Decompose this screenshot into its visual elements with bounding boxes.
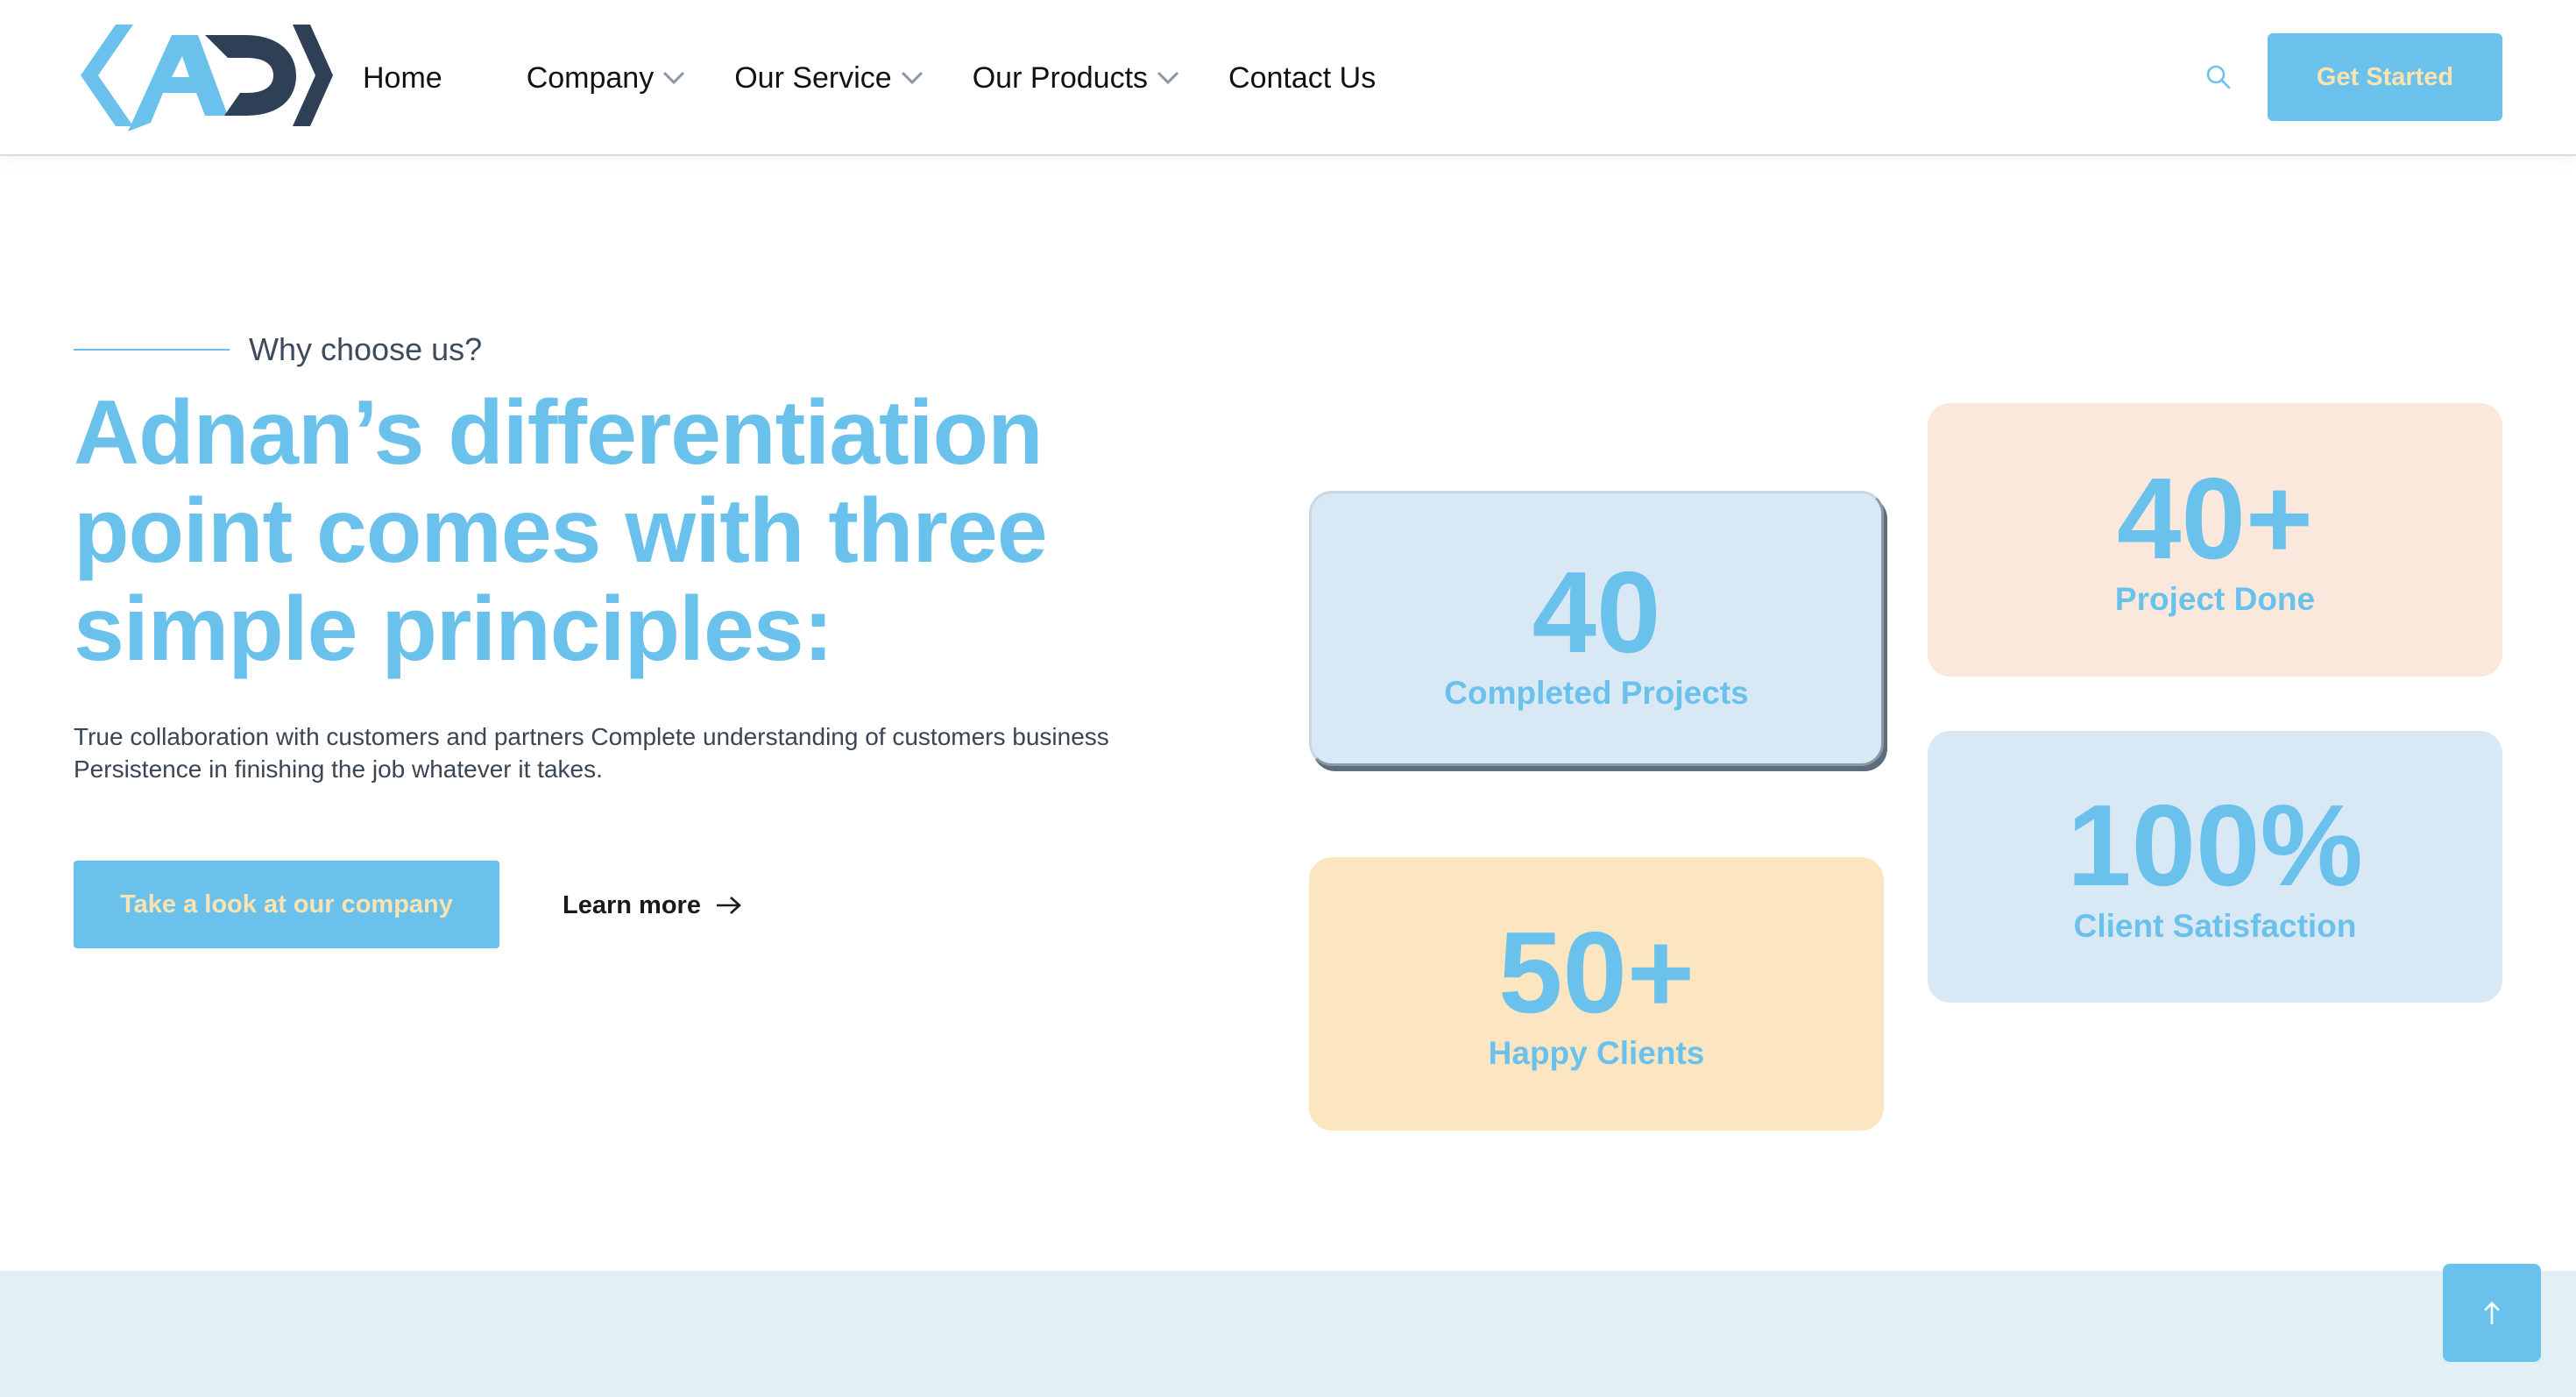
adn-logo-icon[interactable] xyxy=(74,19,335,133)
search-button[interactable] xyxy=(2201,60,2236,95)
nav-service-label: Our Service xyxy=(734,60,892,95)
arrow-right-icon xyxy=(716,897,741,914)
search-icon xyxy=(2206,65,2231,89)
nav-item-our-service[interactable]: Our Service xyxy=(734,61,924,96)
nav-contact-label: Contact Us xyxy=(1228,60,1376,95)
section-eyebrow: Why choose us? xyxy=(74,331,482,368)
body-line-2: Persistence in finishing the job whateve… xyxy=(74,755,603,783)
nav-item-home[interactable]: Home xyxy=(363,61,442,96)
nav-products-label: Our Products xyxy=(972,60,1149,95)
eyebrow-divider xyxy=(74,349,230,351)
stat-label: Completed Projects xyxy=(1444,675,1749,711)
stat-label: Happy Clients xyxy=(1488,1035,1705,1071)
chevron-down-icon xyxy=(663,71,685,85)
company-button[interactable]: Take a look at our company xyxy=(74,861,499,948)
nav-item-company[interactable]: Company xyxy=(527,61,686,96)
nav-item-contact-us[interactable]: Contact Us xyxy=(1228,61,1376,96)
stat-label: Client Satisfaction xyxy=(2073,908,2357,944)
next-section-band xyxy=(0,1271,2576,1397)
stat-label: Project Done xyxy=(2114,581,2316,617)
learn-more-label: Learn more xyxy=(563,890,701,919)
nav-company-label: Company xyxy=(526,60,655,95)
section-headline: Adnan’s differentiation point comes with… xyxy=(74,382,1048,680)
get-started-button[interactable]: Get Started xyxy=(2268,33,2502,121)
stat-value: 40 xyxy=(1532,548,1661,677)
arrow-up-icon xyxy=(2484,1301,2500,1324)
stat-value: 50+ xyxy=(1498,908,1695,1037)
learn-more-link[interactable]: Learn more xyxy=(563,883,743,927)
scroll-to-top-button[interactable] xyxy=(2443,1264,2541,1362)
main-nav: Home Company Our Service Our Products Co… xyxy=(363,0,1376,156)
stat-card-project-done: 40+ Project Done xyxy=(1928,403,2502,677)
site-header: Home Company Our Service Our Products Co… xyxy=(0,0,2576,156)
nav-item-our-products[interactable]: Our Products xyxy=(973,61,1179,96)
stat-card-happy-clients: 50+ Happy Clients xyxy=(1309,857,1884,1131)
nav-home-label: Home xyxy=(363,60,442,95)
stat-card-client-satisfaction: 100% Client Satisfaction xyxy=(1928,731,2502,1003)
chevron-down-icon xyxy=(1157,71,1179,85)
chevron-down-icon xyxy=(901,71,923,85)
stat-card-completed-projects[interactable]: 40 Completed Projects xyxy=(1309,491,1884,766)
body-line-1: True collaboration with customers and pa… xyxy=(74,723,1109,750)
stat-value: 40+ xyxy=(2117,454,2313,583)
eyebrow-text: Why choose us? xyxy=(249,331,483,367)
stat-value: 100% xyxy=(2067,781,2363,910)
section-body: True collaboration with customers and pa… xyxy=(74,720,1283,785)
